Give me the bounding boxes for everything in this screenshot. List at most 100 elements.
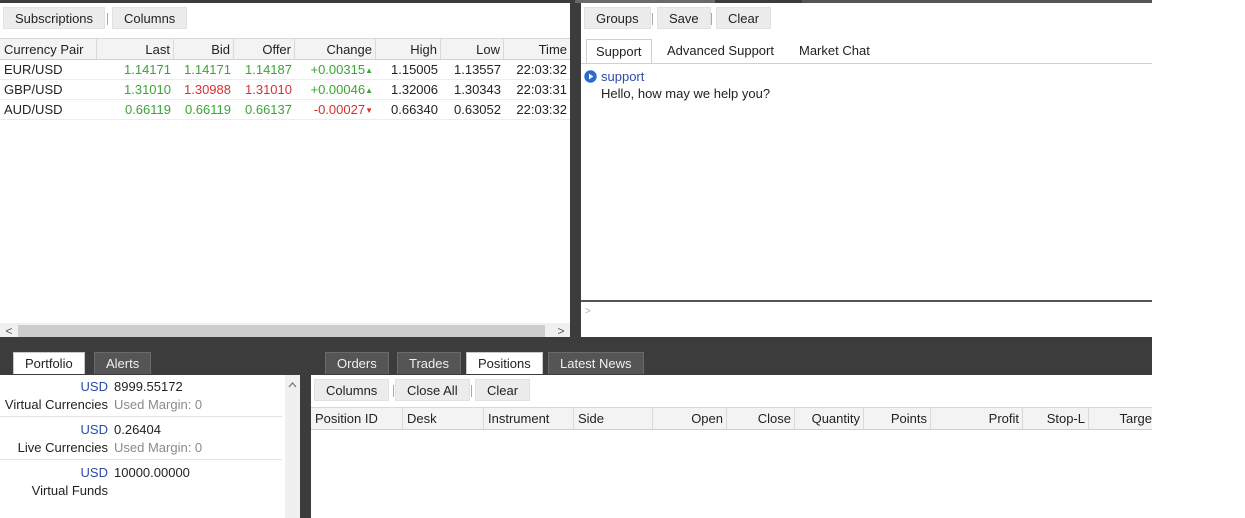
portfolio-balance: 0.26404	[114, 422, 161, 437]
columns-button[interactable]: Columns	[112, 7, 188, 29]
table-row[interactable]: GBP/USD 1.31010 1.30988 1.31010 +0.00046…	[0, 80, 570, 100]
column-header-offer[interactable]: Offer	[234, 39, 295, 59]
portfolio-balance: 10000.00000	[114, 465, 190, 480]
column-header-high[interactable]: High	[376, 39, 441, 59]
message-text: Hello, how may we help you?	[601, 86, 771, 101]
portfolio-currency: USD	[80, 379, 108, 394]
bid-price[interactable]: 1.30988	[174, 80, 234, 99]
quotes-table-header: Currency Pair Last Bid Offer Change High…	[0, 38, 570, 60]
change-text: +0.00046	[310, 82, 366, 97]
currency-pair: GBP/USD	[4, 82, 63, 97]
low-price: 1.30343	[454, 82, 501, 97]
high-price: 1.15005	[391, 62, 438, 77]
tab-portfolio[interactable]: Portfolio	[13, 352, 85, 374]
scroll-left-icon[interactable]: <	[1, 323, 17, 337]
tab-latest-news[interactable]: Latest News	[548, 352, 644, 374]
column-header-time[interactable]: Time	[504, 39, 570, 59]
last-price: 1.31010	[124, 82, 171, 97]
table-row[interactable]: AUD/USD 0.66119 0.66119 0.66137 -0.00027…	[0, 100, 570, 120]
toolbar-separator	[393, 385, 394, 397]
change-value: -0.00027▼	[295, 100, 376, 119]
subscriptions-button[interactable]: Subscriptions	[3, 7, 106, 29]
portfolio-currency: USD	[80, 422, 108, 437]
column-header-change[interactable]: Change	[295, 39, 376, 59]
column-header-last[interactable]: Last	[97, 39, 174, 59]
change-text: +0.00315	[310, 62, 366, 77]
column-header-instrument[interactable]: Instrument	[484, 408, 574, 429]
scrollbar-thumb[interactable]	[18, 325, 545, 337]
portfolio-currency: USD	[80, 465, 108, 480]
column-header-side[interactable]: Side	[574, 408, 653, 429]
arrow-up-icon: ▲	[365, 86, 373, 95]
scroll-right-icon[interactable]: >	[553, 323, 569, 337]
column-header-desk[interactable]: Desk	[403, 408, 484, 429]
clear-button[interactable]: Clear	[475, 379, 531, 401]
column-header-quantity[interactable]: Quantity	[795, 408, 864, 429]
vertical-scrollbar[interactable]	[285, 375, 300, 518]
high-price: 0.66340	[391, 102, 438, 117]
positions-table-header: Position ID Desk Instrument Side Open Cl…	[311, 407, 1152, 430]
tab-market-chat[interactable]: Market Chat	[799, 39, 870, 63]
clear-button[interactable]: Clear	[716, 7, 772, 29]
toolbar-separator	[107, 13, 108, 25]
quote-time: 22:03:31	[516, 82, 567, 97]
toolbar-separator	[711, 13, 712, 25]
currency-pair: AUD/USD	[4, 102, 63, 117]
arrow-up-icon: ▲	[365, 66, 373, 75]
change-text: -0.00027	[313, 102, 366, 117]
tab-alerts[interactable]: Alerts	[94, 352, 152, 374]
table-row[interactable]: EUR/USD 1.14171 1.14171 1.14187 +0.00315…	[0, 60, 570, 80]
frame-vertical-divider[interactable]	[570, 0, 581, 340]
portfolio-panel: USD 8999.55172 Virtual Currencies Used M…	[0, 375, 300, 518]
tab-positions[interactable]: Positions	[466, 352, 543, 374]
close-all-button[interactable]: Close All	[395, 379, 470, 401]
quotes-panel: Subscriptions Columns Currency Pair Last…	[0, 3, 570, 337]
bid-price[interactable]: 1.14171	[174, 60, 234, 79]
chat-input-prompt: >	[585, 306, 591, 317]
arrow-down-icon: ▼	[365, 106, 373, 115]
quote-time: 22:03:32	[516, 62, 567, 77]
column-header-currency-pair[interactable]: Currency Pair	[0, 39, 97, 59]
column-header-position-id[interactable]: Position ID	[311, 408, 403, 429]
tab-orders[interactable]: Orders	[325, 352, 389, 374]
frame-bottom-divider[interactable]	[300, 350, 311, 518]
chat-panel: Groups Save Clear Support Advanced Suppo…	[581, 3, 1152, 337]
portfolio-label: Virtual Currencies	[4, 397, 108, 412]
tab-support[interactable]: Support	[586, 39, 652, 63]
chat-input[interactable]: >	[581, 302, 1152, 337]
horizontal-scrollbar[interactable]: < >	[0, 323, 570, 337]
last-price: 0.66119	[124, 102, 171, 117]
scroll-up-icon[interactable]	[287, 378, 298, 388]
positions-panel: Columns Close All Clear Position ID Desk…	[311, 375, 1152, 518]
column-header-stop-loss[interactable]: Stop-L	[1023, 408, 1089, 429]
column-header-points[interactable]: Points	[864, 408, 931, 429]
used-margin: Used Margin: 0	[114, 440, 203, 455]
offer-price[interactable]: 0.66137	[234, 100, 295, 119]
tab-trades[interactable]: Trades	[397, 352, 461, 374]
portfolio-label: Virtual Funds	[31, 483, 108, 498]
groups-button[interactable]: Groups	[584, 7, 651, 29]
low-price: 1.13557	[454, 62, 501, 77]
column-header-bid[interactable]: Bid	[174, 39, 234, 59]
tab-advanced-support[interactable]: Advanced Support	[667, 39, 774, 63]
offer-price[interactable]: 1.14187	[234, 60, 295, 79]
toolbar-separator	[652, 13, 653, 25]
offer-price[interactable]: 1.31010	[234, 80, 295, 99]
play-circle-icon	[584, 70, 597, 83]
save-button[interactable]: Save	[657, 7, 711, 29]
bid-price[interactable]: 0.66119	[174, 100, 234, 119]
portfolio-balance: 8999.55172	[114, 379, 183, 394]
column-header-close[interactable]: Close	[727, 408, 795, 429]
currency-pair: EUR/USD	[4, 62, 63, 77]
chat-messages: support Hello, how may we help you?	[581, 64, 1152, 300]
high-price: 1.32006	[391, 82, 438, 97]
column-header-target[interactable]: Targe	[1089, 408, 1152, 429]
message-sender: support	[601, 69, 645, 84]
used-margin: Used Margin: 0	[114, 397, 203, 412]
column-header-open[interactable]: Open	[653, 408, 727, 429]
change-value: +0.00315▲	[295, 60, 376, 79]
column-header-low[interactable]: Low	[441, 39, 504, 59]
columns-button[interactable]: Columns	[314, 379, 390, 401]
column-header-profit[interactable]: Profit	[931, 408, 1023, 429]
low-price: 0.63052	[454, 102, 501, 117]
